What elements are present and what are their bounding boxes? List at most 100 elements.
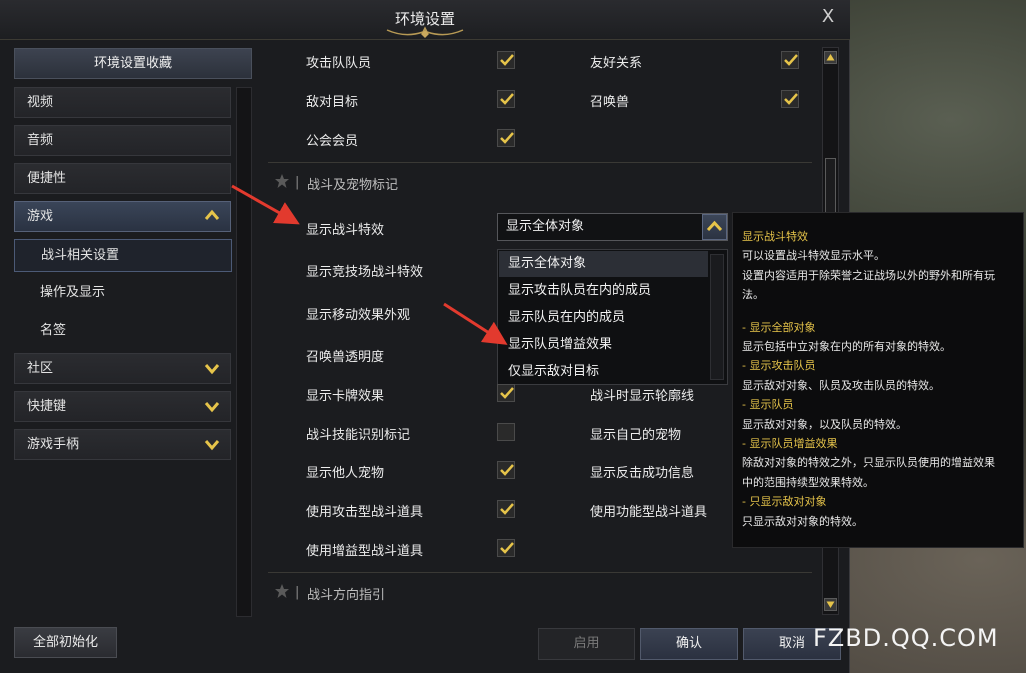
sidebar-item-community[interactable]: 社区	[14, 353, 231, 384]
sidebar-subitem-nameplate[interactable]: 名签	[14, 315, 232, 348]
checkbox-summons[interactable]	[781, 90, 799, 108]
ornament-icon	[386, 26, 464, 38]
check-icon	[500, 542, 514, 554]
dropdown-option[interactable]: 显示攻击队员在内的成员	[499, 278, 708, 304]
sidebar-item-label: 游戏	[27, 209, 54, 224]
separator: |	[295, 585, 300, 600]
checkbox-hostile[interactable]	[497, 90, 515, 108]
option-label: 召唤兽	[590, 95, 630, 110]
check-icon	[500, 464, 514, 476]
tooltip-heading: - 显示队员增益效果	[742, 437, 838, 451]
chevron-up-icon	[204, 209, 220, 220]
tooltip-text: 显示包括中立对象在内的所有对象的特效。	[742, 340, 951, 354]
settings-window: 环境设置 X 环境设置收藏 视频 音频 便捷性 游戏 战斗相关设置 操作及显示 …	[0, 0, 850, 673]
section-header: | 战斗及宠物标记	[268, 162, 812, 202]
checkbox-others-pets[interactable]	[497, 461, 515, 479]
chevron-up-icon	[706, 220, 723, 232]
close-button[interactable]: X	[818, 7, 838, 27]
tooltip-title: 显示战斗特效	[742, 230, 808, 243]
check-icon	[500, 387, 514, 399]
dropdown-options-list: 显示全体对象 显示攻击队员在内的成员 显示队员在内的成员 显示队员增益效果 仅显…	[497, 249, 728, 385]
favorites-button[interactable]: 环境设置收藏	[14, 48, 252, 79]
tooltip-heading: - 显示攻击队员	[742, 359, 816, 373]
sidebar-item-label: 音频	[27, 133, 54, 148]
check-icon	[784, 54, 798, 66]
setting-label: 显示移动效果外观	[306, 308, 411, 323]
star-icon[interactable]	[274, 583, 290, 599]
checkbox-card-effects[interactable]	[497, 384, 515, 402]
dropdown-option[interactable]: 显示全体对象	[499, 251, 708, 277]
checkbox-guild[interactable]	[497, 129, 515, 147]
setting-label: 显示他人宠物	[306, 466, 385, 481]
check-icon	[500, 93, 514, 105]
check-icon	[500, 503, 514, 515]
setting-label: 召唤兽透明度	[306, 350, 385, 365]
option-label: 公会会员	[306, 134, 359, 149]
tooltip-text: 中的范围持续型效果特效。	[742, 475, 874, 489]
tooltip-text: 只显示敌对对象的特效。	[742, 514, 863, 528]
sidebar-subitem-controls[interactable]: 操作及显示	[14, 277, 232, 310]
check-icon	[500, 54, 514, 66]
section-title: 战斗方向指引	[307, 588, 386, 603]
chevron-down-icon	[204, 402, 220, 413]
sidebar-scrollbar[interactable]	[236, 87, 252, 617]
sidebar-item-game[interactable]: 游戏	[14, 201, 231, 232]
sidebar-item-label: 游戏手柄	[27, 437, 80, 452]
tooltip-heading: - 显示队员	[742, 398, 794, 412]
setting-label: 显示战斗特效	[306, 223, 385, 238]
sidebar-item-label: 社区	[27, 361, 54, 376]
sidebar-item-hotkeys[interactable]: 快捷键	[14, 391, 231, 422]
checkbox-friendly[interactable]	[781, 51, 799, 69]
section-header: | 战斗方向指引	[268, 572, 812, 612]
check-icon	[784, 93, 798, 105]
dropdown-scrollbar[interactable]	[710, 254, 724, 380]
sidebar-item-gamepad[interactable]: 游戏手柄	[14, 429, 231, 460]
sidebar-item-label: 视频	[27, 95, 54, 110]
apply-button[interactable]: 启用	[538, 628, 635, 660]
scroll-up-arrow-icon[interactable]	[824, 51, 837, 64]
option-label: 敌对目标	[306, 95, 359, 110]
setting-label: 战斗技能识别标记	[306, 428, 411, 443]
dropdown-toggle-button[interactable]	[702, 214, 727, 240]
tooltip-text: 可以设置战斗特效显示水平。	[742, 249, 885, 263]
tooltip-text: 法。	[742, 288, 764, 302]
dropdown-option[interactable]: 显示队员在内的成员	[499, 305, 708, 331]
sidebar-item-label: 便捷性	[27, 171, 67, 186]
sidebar-item-video[interactable]: 视频	[14, 87, 231, 118]
title-bar: 环境设置 X	[0, 0, 850, 40]
reset-all-button[interactable]: 全部初始化	[14, 627, 117, 658]
option-label: 友好关系	[590, 56, 643, 71]
star-icon[interactable]	[274, 173, 290, 189]
sidebar-subitem-combat[interactable]: 战斗相关设置	[14, 239, 232, 272]
scroll-down-arrow-icon[interactable]	[824, 598, 837, 611]
sidebar-item-convenience[interactable]: 便捷性	[14, 163, 231, 194]
section-title: 战斗及宠物标记	[307, 178, 399, 193]
tooltip-text: 除敌对对象的特效之外，只显示队员使用的增益效果	[742, 456, 995, 470]
sidebar-item-audio[interactable]: 音频	[14, 125, 231, 156]
dropdown-option[interactable]: 仅显示敌对目标	[499, 359, 708, 385]
tooltip-heading: - 只显示敌对对象	[742, 495, 827, 509]
setting-label: 显示反击成功信息	[590, 466, 695, 481]
checkbox-buff-items[interactable]	[497, 539, 515, 557]
tooltip-text: 显示敌对对象、队员及攻击队员的特效。	[742, 378, 940, 392]
checkbox-raid-members[interactable]	[497, 51, 515, 69]
chevron-down-icon	[204, 440, 220, 451]
tooltip-text: 设置内容适用于除荣誉之证战场以外的野外和所有玩	[742, 268, 995, 282]
ok-button[interactable]: 确认	[640, 628, 738, 660]
option-label: 攻击队队员	[306, 56, 372, 71]
setting-label: 显示卡牌效果	[306, 389, 385, 404]
checkbox-attack-items[interactable]	[497, 500, 515, 518]
watermark: FZBD.QQ.COM	[813, 624, 999, 652]
setting-label: 使用增益型战斗道具	[306, 544, 424, 559]
chevron-down-icon	[204, 364, 220, 375]
sidebar-item-label: 快捷键	[27, 399, 67, 414]
separator: |	[295, 175, 300, 190]
setting-label: 显示自己的宠物	[590, 428, 682, 443]
check-icon	[500, 132, 514, 144]
dropdown-option[interactable]: 显示队员增益效果	[499, 332, 708, 358]
combat-effects-dropdown[interactable]: 显示全体对象	[497, 213, 728, 241]
setting-label: 战斗时显示轮廓线	[590, 389, 695, 404]
checkbox-skill-marker[interactable]	[497, 423, 515, 441]
setting-label: 使用攻击型战斗道具	[306, 505, 424, 520]
settings-content: 攻击队队员 友好关系 敌对目标 召唤兽 公会会员 | 战斗及宠物标记 显示战斗特…	[268, 40, 812, 615]
